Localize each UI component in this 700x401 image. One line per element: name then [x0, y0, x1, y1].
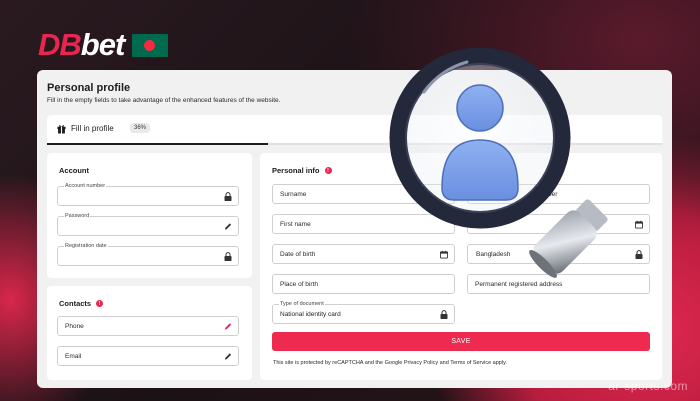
recaptcha-notice: This site is protected by reCAPTCHA and … — [273, 360, 507, 366]
progress-track — [47, 143, 662, 145]
pencil-icon[interactable] — [224, 222, 232, 231]
contacts-card: Contacts ! Phone Email — [47, 286, 252, 380]
date-of-birth-field[interactable]: Date of birth — [272, 244, 455, 264]
logo-bet-text: bet — [80, 27, 125, 62]
pencil-icon[interactable] — [224, 352, 232, 361]
date-of-birth-placeholder: Date of birth — [280, 251, 316, 258]
profile-tab-bar: Fill in profile 36% — [47, 115, 662, 145]
password-field[interactable]: Password — [57, 213, 239, 236]
bangladesh-flag-icon — [132, 33, 169, 57]
info-icon[interactable]: ! — [96, 300, 104, 307]
page-title: Personal profile — [47, 82, 131, 94]
account-number-label: Account number — [64, 183, 107, 189]
surname-placeholder: Surname — [280, 191, 307, 198]
progress-badge: 36% — [130, 123, 151, 133]
personal-info-title-text: Personal info — [272, 166, 320, 175]
document-type-field[interactable]: Type of document National identity card — [272, 301, 455, 324]
registration-date-field[interactable]: Registration date — [57, 243, 239, 266]
phone-field[interactable]: Phone — [57, 316, 239, 336]
registration-date-label: Registration date — [64, 243, 108, 249]
lock-icon — [224, 192, 232, 201]
country-select[interactable]: Bangladesh — [467, 244, 650, 264]
first-name-field[interactable]: First name — [272, 214, 455, 234]
pencil-icon[interactable] — [224, 322, 232, 331]
page-subtitle: Fill in the empty fields to take advanta… — [47, 97, 281, 104]
number-placeholder-partial: ber — [548, 191, 558, 198]
tab-fill-in-profile[interactable]: Fill in profile — [71, 124, 114, 133]
surname-field[interactable]: Surname — [272, 184, 455, 204]
document-type-label: Type of document — [279, 301, 325, 307]
contacts-title: Contacts ! — [59, 299, 104, 308]
document-type-value: National identity card — [280, 311, 341, 318]
lock-icon — [440, 310, 448, 319]
gift-icon — [57, 125, 66, 134]
calendar-icon[interactable] — [635, 220, 643, 229]
profile-panel: Personal profile Fill in the empty field… — [37, 70, 672, 388]
first-name-placeholder: First name — [280, 221, 311, 228]
account-card: Account Account number Password Registra… — [47, 153, 252, 278]
lock-icon — [635, 250, 643, 259]
account-title-text: Account — [59, 166, 89, 175]
progress-fill — [47, 143, 269, 145]
permanent-address-placeholder: Permanent registered address — [475, 281, 563, 288]
contacts-title-text: Contacts — [59, 299, 92, 308]
place-of-birth-placeholder: Place of birth — [280, 281, 318, 288]
permanent-address-field[interactable]: Permanent registered address — [467, 274, 650, 294]
place-of-birth-field[interactable]: Place of birth — [272, 274, 455, 294]
personal-info-title: Personal info ! — [272, 166, 332, 175]
email-field[interactable]: Email — [57, 346, 239, 366]
logo-db-text: DB — [38, 27, 82, 62]
number-field[interactable]: ber — [467, 184, 650, 204]
info-icon[interactable]: ! — [324, 167, 332, 174]
lock-icon — [224, 252, 232, 261]
account-title: Account — [59, 166, 89, 175]
password-label: Password — [64, 213, 91, 219]
country-value: Bangladesh — [476, 251, 511, 258]
dbbet-logo[interactable]: DBbet — [38, 27, 169, 62]
calendar-icon[interactable] — [440, 250, 448, 259]
save-button[interactable]: SAVE — [272, 332, 650, 351]
account-number-field[interactable]: Account number — [57, 183, 239, 206]
phone-placeholder: Phone — [65, 323, 84, 330]
date-field-right[interactable] — [467, 214, 650, 234]
watermark: ar-sports.com — [608, 379, 688, 393]
email-placeholder: Email — [65, 353, 82, 360]
